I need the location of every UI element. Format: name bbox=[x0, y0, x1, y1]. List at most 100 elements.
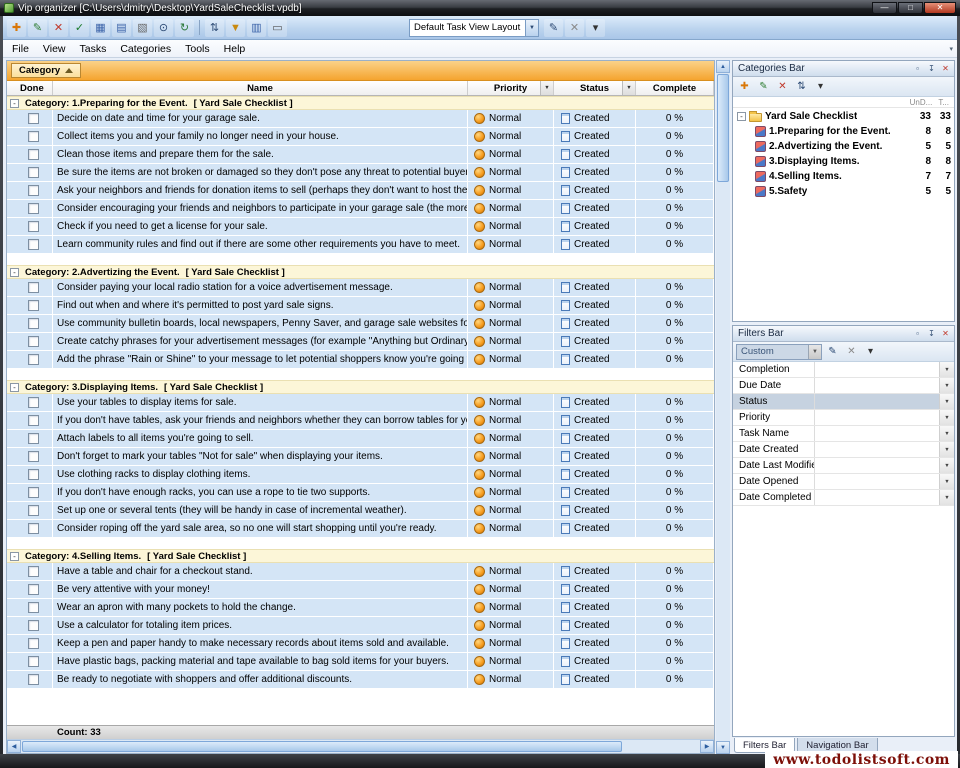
filter-row[interactable]: Status▼ bbox=[733, 394, 954, 410]
task-row[interactable]: Learn community rules and find out if th… bbox=[7, 236, 714, 254]
task-row[interactable]: Have plastic bags, packing material and … bbox=[7, 653, 714, 671]
categories-menu-dropdown-icon[interactable]: ▾ bbox=[812, 79, 829, 95]
filter-row[interactable]: Date Last Modified▼ bbox=[733, 458, 954, 474]
delete-task-icon[interactable]: ✕ bbox=[49, 19, 68, 37]
priority-filter-dropdown-icon[interactable]: ▼ bbox=[540, 81, 553, 95]
close-button[interactable]: ✕ bbox=[924, 2, 956, 14]
task-checkbox[interactable] bbox=[28, 239, 39, 250]
dropdown-arrow-icon[interactable]: ▼ bbox=[939, 490, 954, 505]
task-checkbox[interactable] bbox=[28, 451, 39, 462]
dropdown-arrow-icon[interactable]: ▼ bbox=[939, 442, 954, 457]
clear-filter-icon[interactable]: ✕ bbox=[843, 344, 860, 360]
find-icon[interactable]: ⊙ bbox=[154, 19, 173, 37]
task-checkbox[interactable] bbox=[28, 584, 39, 595]
tree-category-item[interactable]: 1.Preparing for the Event.88 bbox=[733, 124, 954, 139]
group-by-icon[interactable]: ▧ bbox=[133, 19, 152, 37]
menu-item-help[interactable]: Help bbox=[217, 40, 253, 57]
task-checkbox[interactable] bbox=[28, 221, 39, 232]
task-checkbox[interactable] bbox=[28, 415, 39, 426]
columns-icon[interactable]: ▥ bbox=[247, 19, 266, 37]
task-checkbox[interactable] bbox=[28, 523, 39, 534]
menu-item-tools[interactable]: Tools bbox=[178, 40, 217, 57]
filter-row[interactable]: Date Opened▼ bbox=[733, 474, 954, 490]
filter-combo-dropdown-icon[interactable]: ▼ bbox=[808, 345, 821, 359]
task-row[interactable]: Add the phrase "Rain or Shine" to your m… bbox=[7, 351, 714, 369]
category-group-header[interactable]: -Category: 2.Advertizing the Event.[ Yar… bbox=[7, 265, 714, 279]
total-column-header[interactable]: T... bbox=[938, 98, 949, 107]
collapse-icon[interactable]: - bbox=[10, 383, 19, 392]
task-row[interactable]: Set up one or several tents (they will b… bbox=[7, 502, 714, 520]
task-row[interactable]: Consider paying your local radio station… bbox=[7, 279, 714, 297]
filter-row[interactable]: Completion▼ bbox=[733, 362, 954, 378]
task-row[interactable]: Collect items you and your family no lon… bbox=[7, 128, 714, 146]
column-header-complete[interactable]: Complete bbox=[636, 81, 714, 95]
task-row[interactable]: Ask your neighbors and friends for donat… bbox=[7, 182, 714, 200]
filter-preset-combo[interactable]: Custom ▼ bbox=[736, 344, 822, 360]
dropdown-arrow-icon[interactable]: ▼ bbox=[939, 362, 954, 377]
category-group-header[interactable]: -Category: 1.Preparing for the Event.[ Y… bbox=[7, 96, 714, 110]
task-checkbox[interactable] bbox=[28, 487, 39, 498]
edit-category-icon[interactable]: ✎ bbox=[755, 79, 772, 95]
edit-filter-icon[interactable]: ✎ bbox=[824, 344, 841, 360]
scroll-left-icon[interactable]: ◀ bbox=[7, 740, 21, 753]
task-row[interactable]: Consider roping off the yard sale area, … bbox=[7, 520, 714, 538]
task-view-layout-combo[interactable]: Default Task View Layout ▼ bbox=[409, 19, 539, 37]
task-checkbox[interactable] bbox=[28, 505, 39, 516]
undone-column-header[interactable]: UnD... bbox=[910, 98, 933, 107]
menu-item-file[interactable]: File bbox=[5, 40, 36, 57]
edit-task-icon[interactable]: ✎ bbox=[28, 19, 47, 37]
print-icon[interactable]: ▭ bbox=[268, 19, 287, 37]
task-row[interactable]: Don't forget to mark your tables "Not fo… bbox=[7, 448, 714, 466]
task-row[interactable]: Attach labels to all items you're going … bbox=[7, 430, 714, 448]
view-table-icon[interactable]: ▦ bbox=[91, 19, 110, 37]
task-row[interactable]: Find out when and where it's permitted t… bbox=[7, 297, 714, 315]
menu-item-view[interactable]: View bbox=[36, 40, 73, 57]
task-checkbox[interactable] bbox=[28, 354, 39, 365]
panel-pin-icon[interactable]: ↧ bbox=[925, 328, 938, 340]
filter-row[interactable]: Priority▼ bbox=[733, 410, 954, 426]
views-dropdown-icon[interactable]: ▾ bbox=[586, 19, 605, 37]
refresh-icon[interactable]: ↻ bbox=[175, 19, 194, 37]
collapse-icon[interactable]: - bbox=[737, 112, 746, 121]
collapse-icon[interactable]: - bbox=[10, 99, 19, 108]
dropdown-arrow-icon[interactable]: ▼ bbox=[939, 410, 954, 425]
menu-item-categories[interactable]: Categories bbox=[113, 40, 178, 57]
dropdown-arrow-icon[interactable]: ▼ bbox=[939, 458, 954, 473]
minimize-button[interactable]: — bbox=[872, 2, 897, 14]
task-row[interactable]: Wear an apron with many pockets to hold … bbox=[7, 599, 714, 617]
task-checkbox[interactable] bbox=[28, 397, 39, 408]
task-checkbox[interactable] bbox=[28, 113, 39, 124]
customize-view-icon[interactable]: ✎ bbox=[544, 19, 563, 37]
task-checkbox[interactable] bbox=[28, 638, 39, 649]
category-group-header[interactable]: -Category: 3.Displaying Items.[ Yard Sal… bbox=[7, 380, 714, 394]
status-filter-dropdown-icon[interactable]: ▼ bbox=[622, 81, 635, 95]
task-checkbox[interactable] bbox=[28, 674, 39, 685]
task-checkbox[interactable] bbox=[28, 203, 39, 214]
maximize-button[interactable]: □ bbox=[898, 2, 923, 14]
dropdown-arrow-icon[interactable]: ▼ bbox=[939, 474, 954, 489]
filter-row[interactable]: Date Completed▼ bbox=[733, 490, 954, 506]
task-row[interactable]: Consider encouraging your friends and ne… bbox=[7, 200, 714, 218]
filters-menu-dropdown-icon[interactable]: ▾ bbox=[862, 344, 879, 360]
column-header-priority[interactable]: Priority ▼ bbox=[468, 81, 554, 95]
panel-close-icon[interactable]: ✕ bbox=[939, 63, 952, 75]
collapse-icon[interactable]: - bbox=[10, 268, 19, 277]
filter-row[interactable]: Date Created▼ bbox=[733, 442, 954, 458]
menu-overflow-icon[interactable]: ▾ bbox=[949, 45, 953, 53]
tree-root-item[interactable]: -Yard Sale Checklist3333 bbox=[733, 109, 954, 124]
column-header-name[interactable]: Name bbox=[53, 81, 468, 95]
filter-icon[interactable]: ▼ bbox=[226, 19, 245, 37]
task-row[interactable]: Be ready to negotiate with shoppers and … bbox=[7, 671, 714, 689]
dropdown-arrow-icon[interactable]: ▼ bbox=[939, 378, 954, 393]
column-header-done[interactable]: Done bbox=[7, 81, 53, 95]
task-row[interactable]: If you don't have enough racks, you can … bbox=[7, 484, 714, 502]
task-checkbox[interactable] bbox=[28, 318, 39, 329]
move-category-icon[interactable]: ⇅ bbox=[793, 79, 810, 95]
scroll-right-icon[interactable]: ▶ bbox=[700, 740, 714, 753]
task-row[interactable]: Clean those items and prepare them for t… bbox=[7, 146, 714, 164]
task-checkbox[interactable] bbox=[28, 185, 39, 196]
task-checkbox[interactable] bbox=[28, 131, 39, 142]
dropdown-arrow-icon[interactable]: ▼ bbox=[939, 426, 954, 441]
filter-row[interactable]: Due Date▼ bbox=[733, 378, 954, 394]
task-checkbox[interactable] bbox=[28, 149, 39, 160]
